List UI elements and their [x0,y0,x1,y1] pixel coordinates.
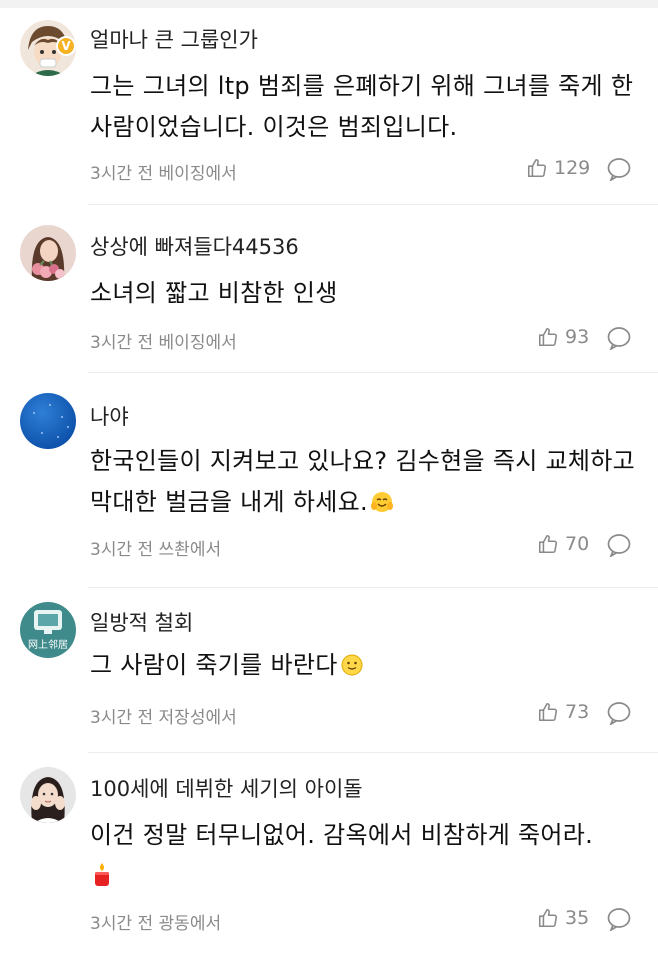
slight-smile-emoji [340,649,364,676]
like-count: 70 [565,533,590,555]
like-count: 73 [565,701,590,723]
comment-username[interactable]: 일방적 철회 [90,607,193,637]
like-button[interactable]: 129 [526,157,590,179]
comment-meta: 3시간 전 베이징에서 [90,333,237,353]
girl-with-flowers-avatar[interactable] [20,225,76,281]
reply-bubble-icon[interactable] [606,701,632,725]
comment-text-body: 한국인들이 지켜보고 있나요? 김수현을 즉시 교체하고 막대한 벌금을 내게 … [90,447,636,516]
like-button[interactable]: 73 [537,701,589,723]
comment-meta: 3시간 전 쓰촨에서 [90,540,222,560]
comment-text: 그 사람이 죽기를 바란다 [90,645,638,686]
smiling-face-with-hands-emoji [370,486,394,512]
like-count: 93 [565,326,590,348]
like-button[interactable]: 35 [537,907,589,929]
comment-username[interactable]: 상상에 빠져들다44536 [90,231,299,261]
thumbs-up-icon [538,908,558,928]
comment-item: 100세에 데뷔한 세기의 아이돌 이건 정말 터무니없어. 감옥에서 비참하게… [0,753,658,961]
avatar-label: 网上邻居 [28,638,68,651]
reply-bubble-icon[interactable] [606,326,632,350]
thumbs-up-icon [538,702,558,722]
comment-text-body: 그 사람이 죽기를 바란다 [90,651,338,679]
comment-item: 나야 한국인들이 지켜보고 있나요? 김수현을 즉시 교체하고 막대한 벌금을 … [0,373,658,588]
thumbs-up-icon [527,158,547,178]
comment-meta: 3시간 전 광동에서 [90,914,222,934]
like-count: 129 [554,157,591,179]
net-neighbor-avatar[interactable]: 网上邻居 [20,602,76,658]
comment-username[interactable]: 얼마나 큰 그룹인가 [90,24,258,54]
comment-item: 상상에 빠져들다44536 소녀의 짧고 비참한 인생 3시간 전 베이징에서 … [0,205,658,373]
comment-item: V 얼마나 큰 그룹인가 그는 그녀의 ltp 범죄를 은폐하기 위해 그녀를 … [0,0,658,205]
comment-text: 이건 정말 터무니없어. 감옥에서 비참하게 죽어라. [90,815,638,897]
like-count: 35 [565,907,590,929]
blue-sphere-avatar[interactable] [20,393,76,449]
comment-list: V 얼마나 큰 그룹인가 그는 그녀의 ltp 범죄를 은폐하기 위해 그녀를 … [0,0,658,961]
comment-text: 한국인들이 지켜보고 있나요? 김수현을 즉시 교체하고 막대한 벌금을 내게 … [90,441,638,523]
comment-item: 网上邻居 일방적 철회 그 사람이 죽기를 바란다 3시간 전 저장성에서 73 [0,588,658,753]
verified-badge-icon: V [56,36,76,56]
comment-text: 소녀의 짧고 비참한 인생 [90,279,338,307]
candle-emoji [90,860,114,886]
reply-bubble-icon[interactable] [606,907,632,931]
woman-portrait-avatar[interactable] [20,767,76,823]
thumbs-up-icon [538,534,558,554]
thumbs-up-icon [538,327,558,347]
like-button[interactable]: 93 [537,326,589,348]
comment-meta: 3시간 전 베이징에서 [90,164,237,184]
reply-bubble-icon[interactable] [606,157,632,181]
comment-text-body: 이건 정말 터무니없어. 감옥에서 비참하게 죽어라. [90,821,594,849]
like-button[interactable]: 70 [537,533,589,555]
comment-text: 그는 그녀의 ltp 범죄를 은폐하기 위해 그녀를 죽게 한 사람이었습니다.… [90,72,634,141]
comment-meta: 3시간 전 저장성에서 [90,708,237,728]
comment-username[interactable]: 100세에 데뷔한 세기의 아이돌 [90,773,363,803]
comment-username[interactable]: 나야 [90,401,129,431]
reply-bubble-icon[interactable] [606,533,632,557]
